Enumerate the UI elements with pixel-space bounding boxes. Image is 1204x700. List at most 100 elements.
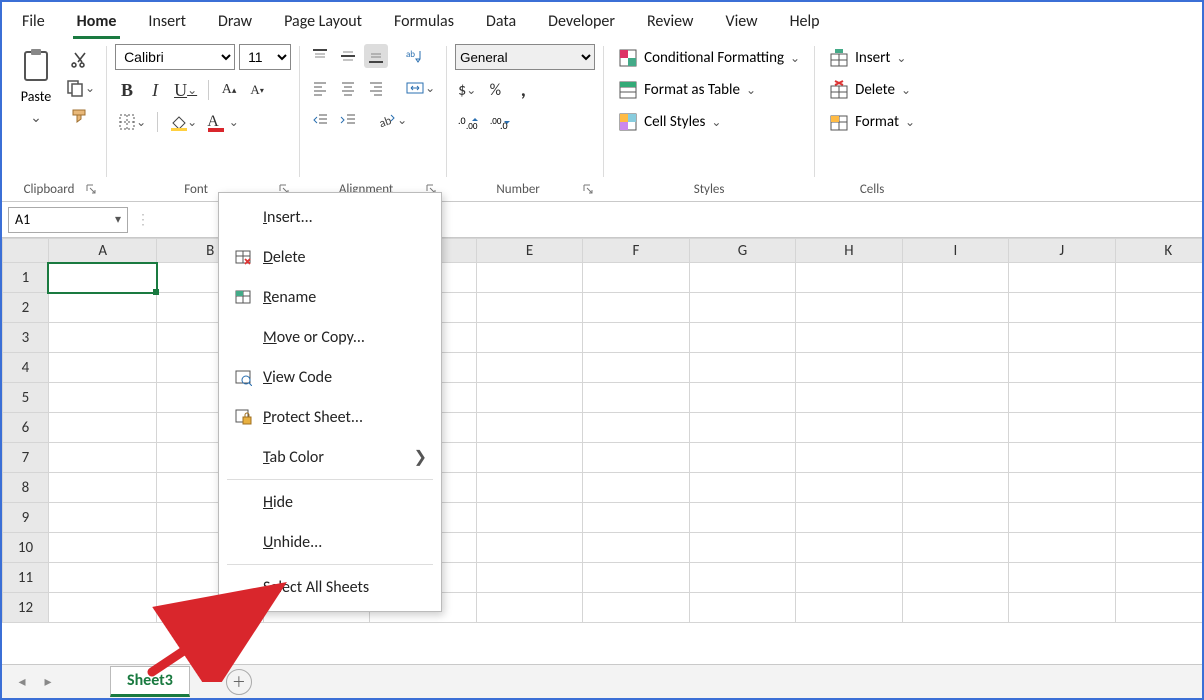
row-header[interactable]: 5	[3, 383, 49, 413]
font-color-button[interactable]: A ⌄	[204, 110, 242, 134]
cell[interactable]	[1115, 263, 1202, 293]
cell[interactable]	[1009, 323, 1115, 353]
cell[interactable]	[689, 293, 795, 323]
align-left-button[interactable]	[308, 76, 332, 100]
cell[interactable]	[689, 563, 795, 593]
cell[interactable]	[796, 353, 902, 383]
cell[interactable]	[48, 413, 157, 443]
fill-color-button[interactable]: ⌄	[166, 110, 200, 134]
cells-insert-button[interactable]: Insert⌄	[823, 44, 921, 72]
select-all-corner[interactable]	[3, 239, 49, 263]
cell[interactable]	[1009, 413, 1115, 443]
tab-review[interactable]: Review	[631, 6, 710, 37]
cell[interactable]	[796, 563, 902, 593]
cell[interactable]	[583, 473, 689, 503]
font-size-select[interactable]: 11	[239, 44, 291, 70]
col-header[interactable]: E	[476, 239, 582, 263]
increase-indent-button[interactable]	[336, 108, 360, 132]
ctx-move-copy[interactable]: Move or Copy...	[219, 317, 441, 357]
cut-button[interactable]	[62, 48, 98, 72]
cell[interactable]	[796, 293, 902, 323]
align-bottom-button[interactable]	[364, 44, 388, 68]
ctx-rename[interactable]: Rename	[219, 277, 441, 317]
cell[interactable]	[689, 443, 795, 473]
number-format-select[interactable]: General	[455, 44, 595, 70]
clipboard-dialog-launcher[interactable]	[84, 182, 98, 196]
cell[interactable]	[796, 593, 902, 623]
align-right-button[interactable]	[364, 76, 388, 100]
increase-decimal-button[interactable]: .0.00	[455, 110, 483, 134]
cell[interactable]	[48, 503, 157, 533]
number-dialog-launcher[interactable]	[581, 182, 595, 196]
cell[interactable]	[796, 503, 902, 533]
cell[interactable]	[583, 383, 689, 413]
col-header[interactable]: K	[1115, 239, 1202, 263]
wrap-text-button[interactable]: ab	[402, 44, 428, 68]
cell-styles-button[interactable]: Cell Styles⌄	[612, 108, 806, 136]
cell[interactable]	[476, 323, 582, 353]
cell[interactable]	[48, 353, 157, 383]
shrink-font-button[interactable]: A▾	[245, 78, 269, 102]
cell[interactable]	[1009, 383, 1115, 413]
cell[interactable]	[902, 323, 1008, 353]
cell[interactable]	[583, 263, 689, 293]
ctx-view-code[interactable]: View Code	[219, 357, 441, 397]
cell[interactable]	[583, 593, 689, 623]
cell[interactable]	[476, 383, 582, 413]
cell[interactable]	[476, 593, 582, 623]
ctx-tab-color[interactable]: Tab Color❯	[219, 437, 441, 477]
cell[interactable]	[689, 473, 795, 503]
worksheet-grid[interactable]: A B C D E F G H I J K 123456789101112	[2, 238, 1202, 664]
cell[interactable]	[796, 533, 902, 563]
cell[interactable]	[1115, 383, 1202, 413]
cell[interactable]	[689, 593, 795, 623]
cell[interactable]	[796, 323, 902, 353]
align-center-button[interactable]	[336, 76, 360, 100]
align-middle-button[interactable]	[336, 44, 360, 68]
tab-help[interactable]: Help	[774, 6, 836, 37]
conditional-formatting-button[interactable]: Conditional Formatting⌄	[612, 44, 806, 72]
row-header[interactable]: 9	[3, 503, 49, 533]
cell[interactable]	[902, 563, 1008, 593]
ctx-delete[interactable]: Delete	[219, 237, 441, 277]
cell[interactable]	[1115, 323, 1202, 353]
col-header[interactable]: H	[796, 239, 902, 263]
tab-insert[interactable]: Insert	[132, 6, 202, 37]
ctx-hide[interactable]: Hide	[219, 482, 441, 522]
tab-formulas[interactable]: Formulas	[378, 6, 470, 37]
comma-format-button[interactable]: ,	[511, 78, 535, 102]
cell[interactable]	[1009, 533, 1115, 563]
merge-center-button[interactable]: ⌄	[402, 76, 438, 100]
cell[interactable]	[476, 503, 582, 533]
cell[interactable]	[48, 263, 157, 293]
cell[interactable]	[1115, 443, 1202, 473]
cell[interactable]	[583, 533, 689, 563]
tab-home[interactable]: Home	[61, 6, 133, 37]
cell[interactable]	[583, 413, 689, 443]
name-box[interactable]: A1 ▾	[8, 207, 128, 233]
bold-button[interactable]: B	[115, 78, 139, 102]
row-header[interactable]: 4	[3, 353, 49, 383]
cell[interactable]	[689, 533, 795, 563]
cell[interactable]	[48, 593, 157, 623]
cell[interactable]	[796, 413, 902, 443]
col-header[interactable]: F	[583, 239, 689, 263]
cell[interactable]	[476, 263, 582, 293]
cell[interactable]	[1115, 353, 1202, 383]
cell[interactable]	[1115, 593, 1202, 623]
row-header[interactable]: 2	[3, 293, 49, 323]
cell[interactable]	[796, 383, 902, 413]
cell[interactable]	[48, 473, 157, 503]
accounting-format-button[interactable]: $ ⌄	[455, 78, 479, 102]
sheet-tab-active[interactable]: Sheet3	[110, 666, 190, 697]
cell[interactable]	[476, 473, 582, 503]
cell[interactable]	[583, 563, 689, 593]
cell[interactable]	[902, 383, 1008, 413]
format-painter-button[interactable]	[62, 104, 98, 128]
format-as-table-button[interactable]: Format as Table⌄	[612, 76, 806, 104]
col-header[interactable]: G	[689, 239, 795, 263]
cell[interactable]	[476, 533, 582, 563]
cell[interactable]	[583, 353, 689, 383]
cell[interactable]	[1115, 533, 1202, 563]
row-header[interactable]: 12	[3, 593, 49, 623]
